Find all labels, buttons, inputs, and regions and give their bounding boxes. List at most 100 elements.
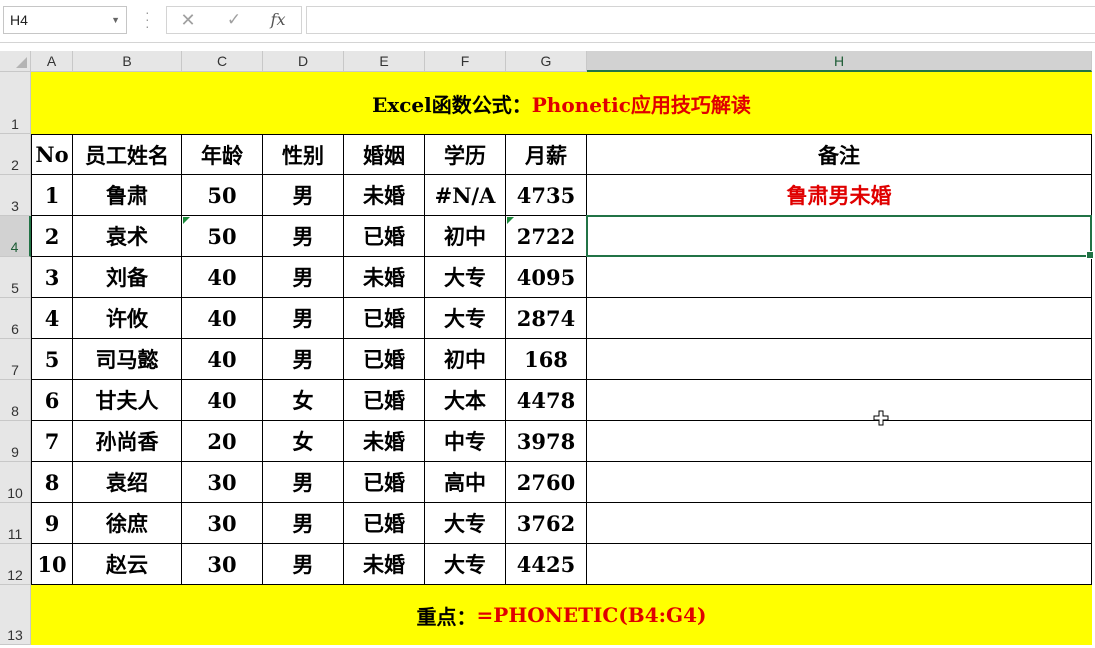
table-cell[interactable]: 已婚 <box>344 216 425 257</box>
check-icon[interactable]: ✓ <box>219 7 249 33</box>
column-header-g[interactable]: G <box>506 51 587 72</box>
row-header-9[interactable]: 9 <box>0 421 31 462</box>
table-header-cell[interactable]: 月薪 <box>506 134 587 175</box>
table-cell[interactable]: 大专 <box>425 298 506 339</box>
column-header-d[interactable]: D <box>263 51 344 72</box>
select-all-corner[interactable] <box>0 51 31 72</box>
table-cell[interactable]: 司马懿 <box>73 339 182 380</box>
table-cell[interactable]: 已婚 <box>344 339 425 380</box>
table-cell[interactable]: 40 <box>182 298 263 339</box>
table-cell[interactable]: 高中 <box>425 462 506 503</box>
table-cell[interactable]: 1 <box>31 175 73 216</box>
table-cell[interactable]: 4 <box>31 298 73 339</box>
footer-banner[interactable]: 重点： =PHONETIC(B4:G4) <box>31 585 1092 645</box>
table-cell[interactable]: 2874 <box>506 298 587 339</box>
table-cell[interactable]: 初中 <box>425 216 506 257</box>
table-cell[interactable]: 40 <box>182 380 263 421</box>
table-cell[interactable]: 2722 <box>506 216 587 257</box>
row-header-8[interactable]: 8 <box>0 380 31 421</box>
column-header-a[interactable]: A <box>31 51 73 72</box>
table-cell[interactable]: 未婚 <box>344 544 425 585</box>
table-cell[interactable]: 袁术 <box>73 216 182 257</box>
table-header-cell[interactable]: 员工姓名 <box>73 134 182 175</box>
row-header-7[interactable]: 7 <box>0 339 31 380</box>
table-cell[interactable]: 大专 <box>425 257 506 298</box>
table-cell[interactable]: 大专 <box>425 544 506 585</box>
row-header-5[interactable]: 5 <box>0 257 31 298</box>
table-cell[interactable]: 9 <box>31 503 73 544</box>
table-cell[interactable]: 已婚 <box>344 380 425 421</box>
title-banner[interactable]: Excel函数公式： Phonetic应用技巧解读 <box>31 72 1092 134</box>
row-header-12[interactable]: 12 <box>0 544 31 585</box>
table-header-cell[interactable]: 备注 <box>587 134 1092 175</box>
table-cell[interactable]: 已婚 <box>344 462 425 503</box>
row-header-1[interactable]: 1 <box>0 72 31 134</box>
table-cell[interactable]: 大专 <box>425 503 506 544</box>
table-cell[interactable]: 男 <box>263 298 344 339</box>
row-header-4[interactable]: 4 <box>0 216 31 257</box>
row-header-3[interactable]: 3 <box>0 175 31 216</box>
table-cell[interactable]: 3 <box>31 257 73 298</box>
table-cell[interactable] <box>587 421 1092 462</box>
table-cell[interactable]: 男 <box>263 175 344 216</box>
table-header-cell[interactable]: 学历 <box>425 134 506 175</box>
row-header-10[interactable]: 10 <box>0 462 31 503</box>
column-header-c[interactable]: C <box>182 51 263 72</box>
table-cell[interactable]: 甘夫人 <box>73 380 182 421</box>
table-cell[interactable]: 2 <box>31 216 73 257</box>
table-cell[interactable]: 男 <box>263 257 344 298</box>
table-cell[interactable]: 男 <box>263 462 344 503</box>
table-cell[interactable]: 未婚 <box>344 257 425 298</box>
table-cell[interactable]: 男 <box>263 339 344 380</box>
table-cell[interactable]: 刘备 <box>73 257 182 298</box>
table-cell[interactable]: 30 <box>182 503 263 544</box>
table-cell[interactable]: 3978 <box>506 421 587 462</box>
table-cell[interactable]: 未婚 <box>344 175 425 216</box>
table-header-cell[interactable]: No <box>31 134 73 175</box>
column-header-h[interactable]: H <box>587 51 1092 72</box>
row-header-11[interactable]: 11 <box>0 503 31 544</box>
table-cell[interactable]: 赵云 <box>73 544 182 585</box>
table-cell[interactable]: 168 <box>506 339 587 380</box>
table-cell[interactable]: #N/A <box>425 175 506 216</box>
table-cell[interactable]: 4095 <box>506 257 587 298</box>
table-cell[interactable] <box>587 257 1092 298</box>
table-cell[interactable]: 50 <box>182 175 263 216</box>
table-cell[interactable]: 7 <box>31 421 73 462</box>
table-cell[interactable]: 徐庶 <box>73 503 182 544</box>
table-cell[interactable]: 初中 <box>425 339 506 380</box>
insert-function-icon[interactable]: fx <box>263 7 293 33</box>
table-cell[interactable]: 10 <box>31 544 73 585</box>
column-header-f[interactable]: F <box>425 51 506 72</box>
table-header-cell[interactable]: 婚姻 <box>344 134 425 175</box>
error-indicator-icon[interactable] <box>183 217 190 224</box>
drag-handle-icon[interactable]: · · · <box>145 5 150 33</box>
table-cell[interactable]: 已婚 <box>344 298 425 339</box>
table-cell[interactable]: 女 <box>263 380 344 421</box>
table-cell[interactable]: 4478 <box>506 380 587 421</box>
column-header-e[interactable]: E <box>344 51 425 72</box>
table-cell[interactable] <box>587 380 1092 421</box>
row-header-13[interactable]: 13 <box>0 585 31 645</box>
table-cell[interactable]: 30 <box>182 544 263 585</box>
table-cell[interactable] <box>587 462 1092 503</box>
table-cell[interactable]: 许攸 <box>73 298 182 339</box>
table-cell[interactable]: 40 <box>182 339 263 380</box>
table-cell[interactable]: 袁绍 <box>73 462 182 503</box>
table-cell[interactable]: 50 <box>182 216 263 257</box>
table-header-cell[interactable]: 性别 <box>263 134 344 175</box>
table-cell[interactable]: 4735 <box>506 175 587 216</box>
table-cell[interactable] <box>587 339 1092 380</box>
table-cell[interactable]: 孙尚香 <box>73 421 182 462</box>
table-cell[interactable]: 大本 <box>425 380 506 421</box>
table-header-cell[interactable]: 年龄 <box>182 134 263 175</box>
table-cell[interactable]: 40 <box>182 257 263 298</box>
table-cell[interactable]: 男 <box>263 216 344 257</box>
name-box[interactable]: H4 ▼ <box>3 6 127 34</box>
table-cell[interactable] <box>587 298 1092 339</box>
row-header-2[interactable]: 2 <box>0 134 31 175</box>
table-cell[interactable] <box>587 216 1092 257</box>
column-header-b[interactable]: B <box>73 51 182 72</box>
table-cell[interactable]: 女 <box>263 421 344 462</box>
table-cell[interactable]: 30 <box>182 462 263 503</box>
